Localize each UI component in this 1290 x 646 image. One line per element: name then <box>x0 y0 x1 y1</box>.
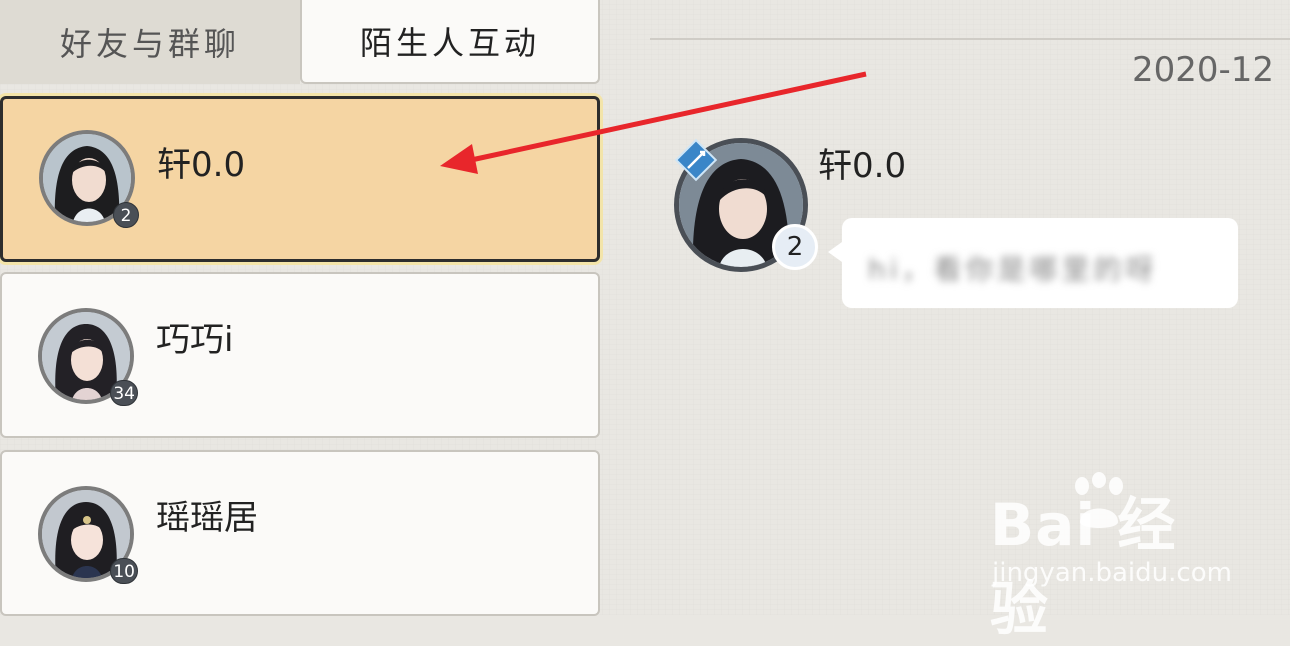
level-badge: 10 <box>110 558 138 584</box>
tab-friends-and-groups[interactable]: 好友与群聊 <box>0 0 300 84</box>
contact-name: 瑶瑶居 <box>156 498 258 538</box>
watermark-url: jingyan.baidu.com <box>992 558 1232 588</box>
chat-divider <box>650 38 1290 40</box>
contact-item-selected[interactable]: 2 轩0.0 <box>0 96 600 262</box>
sword-class-icon <box>674 138 718 182</box>
contact-name: 巧巧i <box>156 320 234 360</box>
level-badge: 34 <box>110 380 138 406</box>
chat-date: 2020-12 <box>1132 50 1275 90</box>
message-bubble[interactable]: hi，看你是哪里的呀 <box>828 218 1238 308</box>
contact-avatar-wrap: 10 <box>38 486 138 584</box>
contact-item[interactable]: 10 瑶瑶居 <box>0 450 600 616</box>
contact-panel: 好友与群聊 陌生人互动 2 轩0.0 34 巧巧i 10 瑶瑶居 <box>0 0 604 616</box>
message-text-blurred: hi，看你是哪里的呀 <box>868 253 1158 286</box>
baidu-jingyan-watermark: Bai 经验 jingyan.baidu.com <box>990 472 1232 643</box>
chat-sender-avatar-wrap[interactable]: 2 <box>674 138 818 272</box>
contact-item[interactable]: 34 巧巧i <box>0 272 600 438</box>
chat-sender-name: 轩0.0 <box>818 146 907 186</box>
tab-stranger-interactions[interactable]: 陌生人互动 <box>300 0 600 84</box>
contact-name: 轩0.0 <box>157 145 246 185</box>
level-badge: 2 <box>113 202 139 228</box>
contact-avatar-wrap: 34 <box>38 308 138 406</box>
contact-avatar-wrap: 2 <box>39 130 139 228</box>
level-badge: 2 <box>772 224 818 270</box>
